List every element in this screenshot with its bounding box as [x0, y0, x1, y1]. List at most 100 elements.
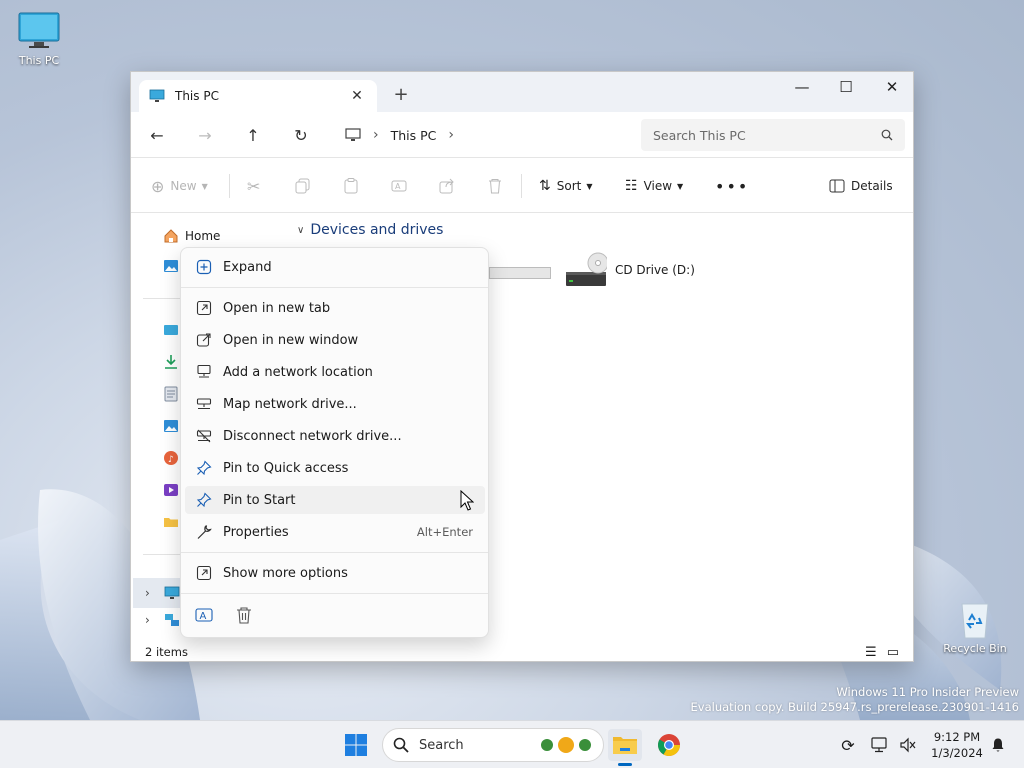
chevron-right-icon[interactable]: ›	[145, 613, 150, 627]
active-indicator	[618, 763, 632, 766]
shortcut-hint: Alt+Enter	[416, 525, 473, 539]
search-box[interactable]	[641, 119, 905, 151]
gallery-icon	[164, 260, 178, 272]
map-drive-icon	[195, 395, 213, 413]
pin-start-icon	[195, 491, 213, 509]
svg-text:A: A	[200, 611, 207, 622]
sync-status-icon[interactable]: ⟳	[834, 729, 862, 761]
sidebar-item-documents[interactable]	[163, 386, 179, 402]
document-icon	[164, 386, 178, 402]
view-button[interactable]: ☷ View ▼	[625, 172, 683, 200]
cut-button[interactable]: ✂	[247, 172, 260, 200]
sidebar-item-gallery[interactable]	[163, 258, 179, 274]
menu-item-pin-quick-access[interactable]: Pin to Quick access	[185, 454, 485, 482]
monitor-icon	[18, 12, 60, 48]
sidebar-item-network[interactable]: ›	[133, 612, 180, 628]
tab-this-pc[interactable]: This PC ✕	[139, 80, 377, 112]
back-button[interactable]: ←	[143, 122, 171, 148]
details-view-icon[interactable]: ☰	[865, 645, 877, 660]
music-icon: ♪	[164, 451, 178, 465]
desktop-icon-label: This PC	[18, 54, 60, 67]
menu-item-disconnect-network-drive[interactable]: Disconnect network drive...	[185, 422, 485, 450]
sidebar-item-folder[interactable]	[163, 514, 179, 530]
menu-item-map-network-drive[interactable]: Map network drive...	[185, 390, 485, 418]
sidebar-item-music[interactable]: ♪	[163, 450, 179, 466]
delete-button[interactable]	[487, 172, 503, 200]
chevron-right-icon: ›	[373, 127, 379, 143]
mouse-cursor-icon	[460, 490, 474, 511]
new-tab-button[interactable]: +	[389, 84, 413, 105]
maximize-button[interactable]: ☐	[823, 72, 869, 102]
sidebar-item-videos[interactable]	[163, 482, 179, 498]
menu-item-expand[interactable]: Expand	[185, 253, 485, 281]
trash-icon[interactable]	[235, 606, 253, 627]
details-button[interactable]: Details	[829, 172, 893, 200]
breadcrumb-this-pc[interactable]: This PC	[391, 128, 437, 143]
item-count: 2 items	[145, 645, 188, 659]
search-input[interactable]	[653, 127, 881, 143]
chevron-down-icon: ▼	[677, 181, 684, 191]
paste-button[interactable]	[343, 172, 359, 200]
windows-logo-icon	[345, 734, 367, 756]
desktop-icon-recycle-bin[interactable]: Recycle Bin	[940, 598, 1010, 655]
clock[interactable]: 9:12 PM 1/3/2024	[924, 729, 990, 761]
taskbar-file-explorer[interactable]	[608, 729, 642, 766]
forward-button[interactable]: →	[191, 122, 219, 148]
refresh-button[interactable]: ↻	[287, 122, 315, 148]
start-button[interactable]	[339, 729, 373, 761]
address-bar[interactable]: › This PC ›	[337, 119, 627, 151]
group-header-devices[interactable]: ∨ Devices and drives	[297, 222, 443, 238]
drive-item-cd[interactable]: CD Drive (D:)	[565, 252, 695, 288]
paste-icon	[344, 178, 358, 194]
chevron-down-icon: ∨	[297, 224, 305, 236]
network-status-icon[interactable]	[866, 729, 894, 761]
expand-icon	[195, 258, 213, 276]
context-menu: Expand Open in new tab Open in new windo…	[180, 247, 489, 638]
menu-item-show-more-options[interactable]: Show more options	[185, 559, 485, 587]
download-icon	[165, 355, 177, 369]
taskbar: Search ⟳ 9:12 PM 1/3/2024	[0, 720, 1024, 768]
sidebar-item-pictures[interactable]	[163, 418, 179, 434]
menu-item-pin-to-start[interactable]: Pin to Start	[185, 486, 485, 514]
navigation-bar: ← → ↑ ↻ › This PC ›	[131, 112, 913, 158]
up-button[interactable]: ↑	[239, 122, 267, 148]
new-button[interactable]: ⊕ New ▼	[151, 172, 208, 200]
sidebar-item-downloads[interactable]	[163, 354, 179, 370]
taskbar-search[interactable]: Search	[382, 728, 604, 762]
svg-text:A: A	[395, 182, 401, 191]
copy-button[interactable]	[295, 172, 311, 200]
sort-button[interactable]: ⇅ Sort ▼	[539, 172, 593, 200]
rename-icon[interactable]: A	[195, 606, 213, 627]
monitor-icon	[149, 89, 165, 102]
close-window-button[interactable]: ✕	[869, 72, 915, 102]
sidebar-item-home[interactable]: Home	[163, 228, 220, 244]
divider	[521, 174, 522, 198]
sidebar-item-desktop[interactable]	[163, 322, 179, 338]
menu-item-open-new-window[interactable]: Open in new window	[185, 326, 485, 354]
more-options-button[interactable]: •••	[715, 172, 749, 200]
chevron-right-icon[interactable]: ›	[448, 127, 454, 143]
more-options-icon	[195, 564, 213, 582]
menu-item-open-new-tab[interactable]: Open in new tab	[185, 294, 485, 322]
rename-button[interactable]: A	[391, 172, 407, 200]
wrench-icon	[195, 523, 213, 541]
taskbar-chrome[interactable]	[652, 729, 686, 761]
divider	[181, 552, 488, 553]
svg-text:♪: ♪	[168, 455, 174, 465]
command-bar: ⊕ New ▼ ✂ A ⇅ Sort ▼ ☷ View ▼ ••• Detail…	[131, 158, 913, 213]
minimize-button[interactable]: —	[779, 72, 825, 102]
tiles-view-icon[interactable]: ▭	[887, 645, 899, 660]
divider	[181, 287, 488, 288]
menu-item-add-network-location[interactable]: Add a network location	[185, 358, 485, 386]
tab-title: This PC	[175, 89, 219, 103]
menu-item-properties[interactable]: Properties Alt+Enter	[185, 518, 485, 546]
chevron-right-icon[interactable]: ›	[145, 586, 150, 600]
volume-muted-icon[interactable]	[894, 729, 922, 761]
desktop-icon-this-pc[interactable]: This PC	[4, 12, 74, 67]
chevron-down-icon: ▼	[586, 181, 593, 191]
trash-icon	[489, 179, 501, 194]
notification-bell-icon[interactable]	[986, 729, 1010, 761]
close-tab-icon[interactable]: ✕	[347, 88, 367, 104]
share-button[interactable]	[439, 172, 455, 200]
time: 9:12 PM	[933, 730, 981, 744]
